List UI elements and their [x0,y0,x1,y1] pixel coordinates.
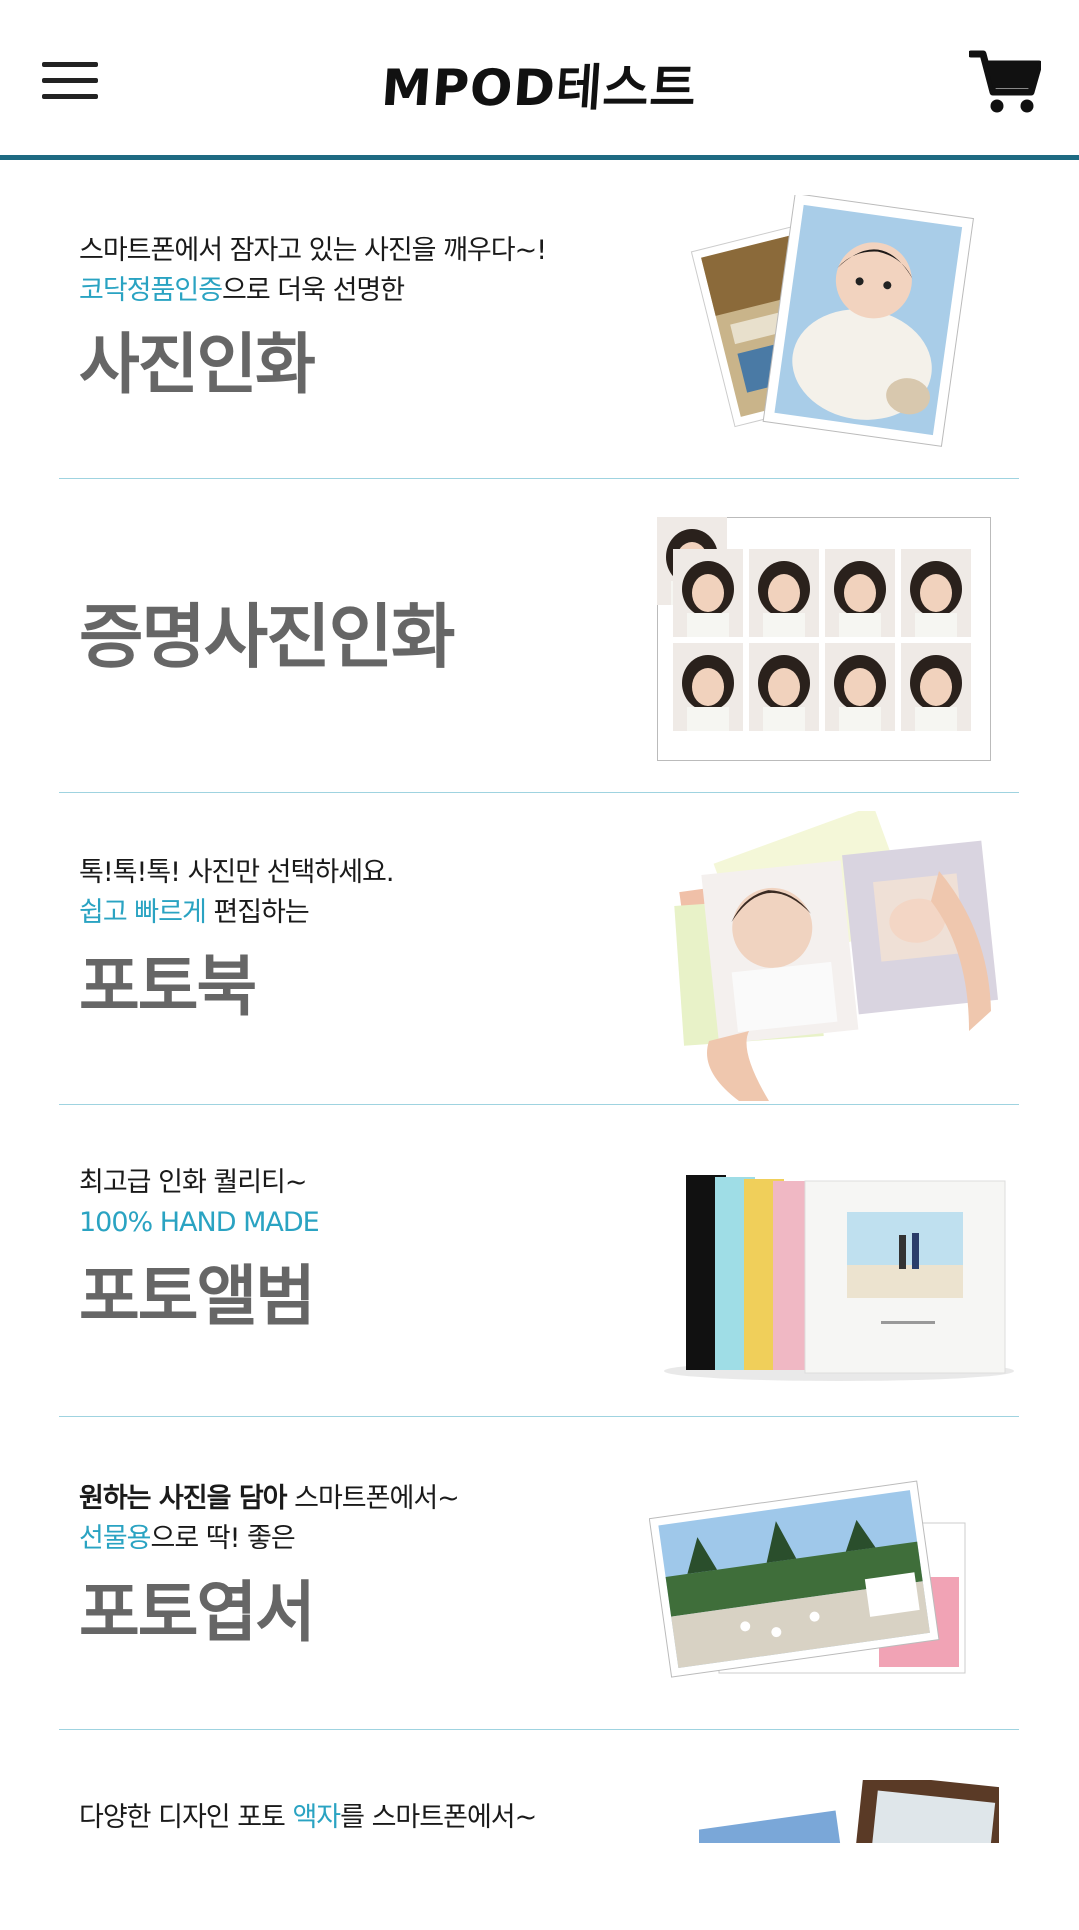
photo-frame-image [699,1780,999,1843]
photo-album-image [664,1175,1014,1381]
item-tagline: 다양한 디자인 포토 액자를 스마트폰에서~ [79,1802,537,1833]
cart-icon [967,50,1043,113]
product-photo-frame[interactable]: 다양한 디자인 포토 액자를 스마트폰에서~ [59,1730,1019,1930]
item-tagline: 톡!톡!톡! 사진만 선택하세요. [79,857,394,888]
item-subline: 100% HAND MADE [79,1207,320,1238]
item-title: 포토엽서 [79,1574,316,1651]
site-logo[interactable]: MPOD테스트 [0,48,1079,120]
item-title: 사진인화 [79,326,316,403]
item-title: 포토북 [79,948,257,1025]
id-photo-image [657,517,991,761]
postcard-image [649,1480,966,1678]
item-title: 증명사진인화 [79,596,455,678]
item-subline: 쉽고 빠르게 편집하는 [79,897,310,928]
item-tagline: 최고급 인화 퀄리티~ [79,1167,308,1198]
product-photobook[interactable]: 톡!톡!톡! 사진만 선택하세요. 쉽고 빠르게 편집하는 포토북 [59,793,1019,1105]
cart-button[interactable] [967,48,1043,116]
item-tagline: 스마트폰에서 잠자고 있는 사진을 깨우다~! [79,235,547,266]
product-photo-album[interactable]: 최고급 인화 퀄리티~ 100% HAND MADE 포토앨범 [59,1105,1019,1417]
product-postcard[interactable]: 원하는 사진을 담아 스마트폰에서~ 선물용으로 딱! 좋은 포토엽서 [59,1417,1019,1730]
product-photo-print[interactable]: 스마트폰에서 잠자고 있는 사진을 깨우다~! 코닥정품인증으로 더욱 선명한 … [59,165,1019,479]
item-subline: 코닥정품인증으로 더욱 선명한 [79,275,405,306]
item-subline: 선물용으로 딱! 좋은 [79,1523,296,1554]
item-title: 포토앨범 [79,1258,316,1335]
product-id-photo[interactable]: 증명사진인화 [59,479,1019,793]
top-header: MPOD테스트 [0,0,1079,160]
item-tagline: 원하는 사진을 담아 스마트폰에서~ [79,1483,460,1514]
photobook-image [674,811,999,1101]
photo-print-image [690,195,974,447]
